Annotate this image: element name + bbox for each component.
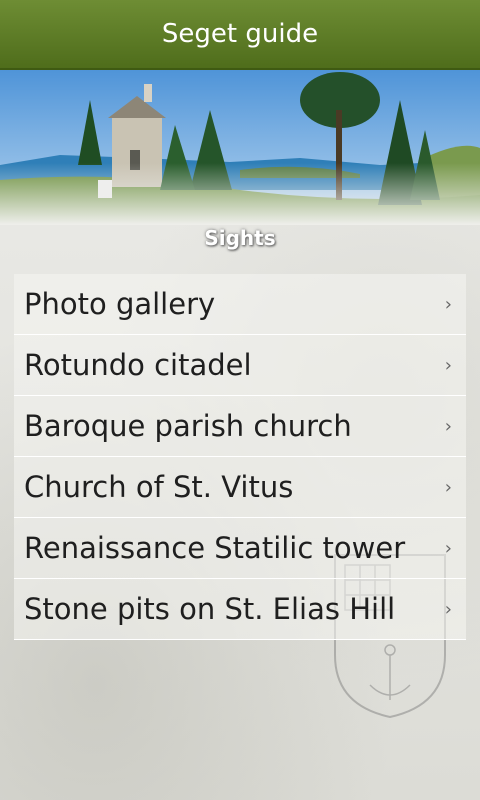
- list-item-label: Stone pits on St. Elias Hill: [24, 592, 396, 626]
- list-item-label: Baroque parish church: [24, 409, 352, 443]
- chevron-right-icon: ›: [444, 293, 452, 315]
- chevron-right-icon: ›: [444, 476, 452, 498]
- section-title: Sights: [204, 226, 276, 250]
- list-item-label: Photo gallery: [24, 287, 216, 321]
- list-item-photo-gallery[interactable]: Photo gallery ›: [14, 274, 466, 335]
- app-title-bar: Seget guide: [0, 0, 480, 70]
- list-item-baroque-parish-church[interactable]: Baroque parish church ›: [14, 396, 466, 457]
- sights-list: Photo gallery › Rotundo citadel › Baroqu…: [14, 274, 466, 640]
- list-item-rotundo-citadel[interactable]: Rotundo citadel ›: [14, 335, 466, 396]
- list-item-label: Church of St. Vitus: [24, 470, 294, 504]
- header-banner-image: [0, 70, 480, 225]
- chevron-right-icon: ›: [444, 354, 452, 376]
- chevron-right-icon: ›: [444, 537, 452, 559]
- list-item-church-of-st-vitus[interactable]: Church of St. Vitus ›: [14, 457, 466, 518]
- list-item-label: Renaissance Statilic tower: [24, 531, 406, 565]
- list-item-renaissance-statilic-tower[interactable]: Renaissance Statilic tower ›: [14, 518, 466, 579]
- chevron-right-icon: ›: [444, 598, 452, 620]
- list-item-label: Rotundo citadel: [24, 348, 252, 382]
- list-item-stone-pits[interactable]: Stone pits on St. Elias Hill ›: [14, 579, 466, 640]
- app-title: Seget guide: [161, 19, 319, 49]
- chevron-right-icon: ›: [444, 415, 452, 437]
